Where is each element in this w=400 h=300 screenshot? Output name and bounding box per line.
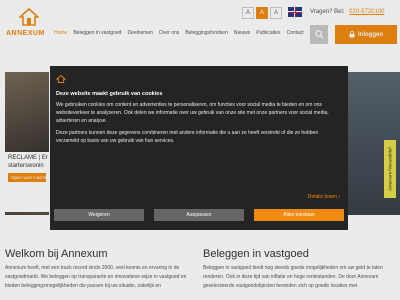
- details-toggle[interactable]: Details tonen ›: [308, 194, 340, 200]
- house-logo-icon: [55, 74, 67, 83]
- details-label: Details tonen: [307, 194, 337, 200]
- cookie-dialog: Deze website maakt gebruik van cookies W…: [50, 66, 348, 230]
- cookie-paragraph-1: We gebruiken cookies om content en adver…: [56, 102, 329, 124]
- deny-button[interactable]: Weigeren: [54, 209, 144, 221]
- allow-all-button[interactable]: Alles toestaan: [254, 209, 344, 221]
- cookie-title: Deze website maakt gebruik van cookies: [56, 91, 163, 97]
- cookie-buttons: Weigeren Aanpassen Alles toestaan: [50, 209, 348, 221]
- cookie-paragraph-2: Deze partners kunnen deze gegevens combi…: [56, 130, 319, 144]
- customize-button[interactable]: Aanpassen: [154, 209, 244, 221]
- chevron-right-icon: ›: [338, 194, 340, 200]
